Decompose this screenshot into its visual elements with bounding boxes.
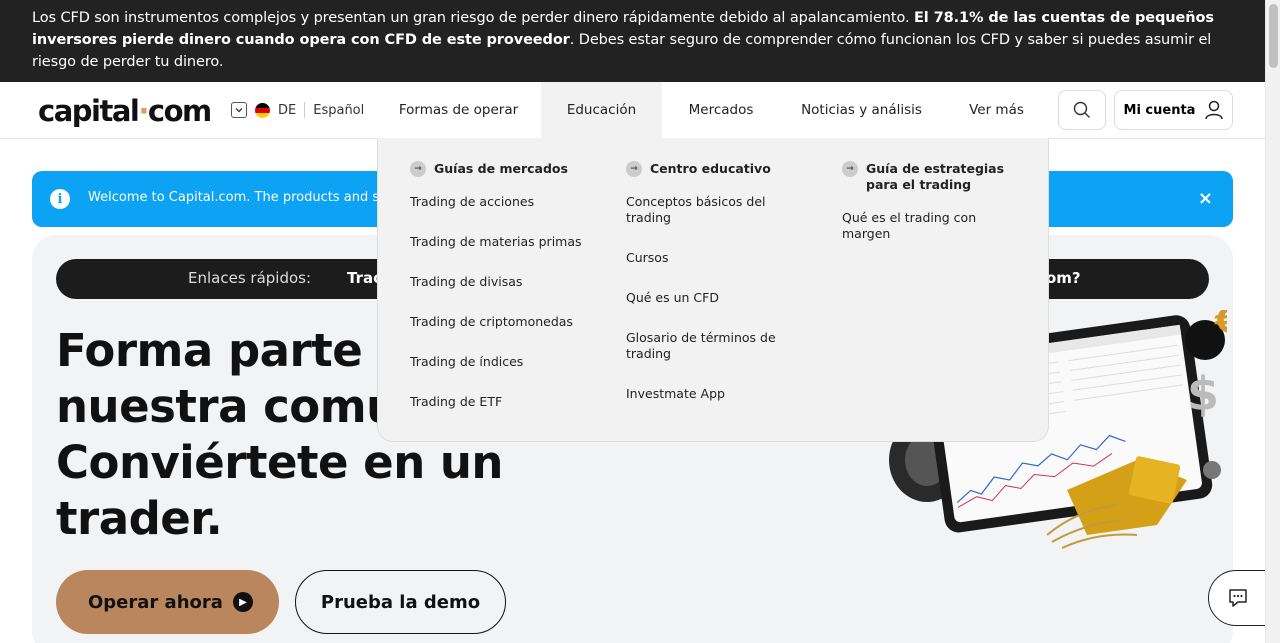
- mega-heading-estrategias[interactable]: → Guía de estrategias para el trading: [842, 161, 1027, 193]
- germany-flag-icon: [255, 102, 270, 118]
- prueba-demo-button[interactable]: Prueba la demo: [295, 570, 506, 634]
- quick-link-last[interactable]: om?: [1046, 269, 1081, 287]
- nav-noticias-y-analisis[interactable]: Noticias y análisis: [795, 82, 928, 138]
- hero-title-line-1: Forma parte d: [56, 324, 410, 377]
- mega-column-guias: → Guías de mercados Trading de acciones …: [410, 161, 590, 434]
- menu-item[interactable]: Qué es un CFD: [626, 290, 786, 306]
- operar-ahora-label: Operar ahora: [88, 591, 223, 613]
- language-label[interactable]: Español: [313, 103, 364, 118]
- risk-warning-text: Los CFD son instrumentos complejos y pre…: [32, 10, 914, 26]
- info-icon: i: [50, 189, 70, 209]
- menu-item[interactable]: Trading de ETF: [410, 394, 590, 410]
- quick-links-label: Enlaces rápidos:: [188, 269, 312, 287]
- menu-item[interactable]: Investmate App: [626, 386, 786, 402]
- hero-title-line-3: Conviértete en un: [56, 436, 503, 489]
- svg-text:€: €: [1214, 310, 1227, 341]
- menu-item[interactable]: Trading de criptomonedas: [410, 314, 590, 330]
- site-header: capital·com DE Español Formas de operar …: [0, 82, 1265, 139]
- mega-column-estrategias: → Guía de estrategias para el trading Qu…: [842, 161, 1027, 266]
- arrow-right-icon: →: [626, 161, 642, 177]
- menu-item[interactable]: Glosario de términos de trading: [626, 330, 786, 362]
- search-icon: [1073, 101, 1090, 118]
- menu-item[interactable]: Trading de índices: [410, 354, 590, 370]
- search-button[interactable]: [1058, 90, 1106, 130]
- my-account-button[interactable]: Mi cuenta: [1114, 90, 1233, 130]
- operar-ahora-button[interactable]: Operar ahora ▶: [56, 570, 279, 634]
- nav-formas-de-operar[interactable]: Formas de operar: [391, 82, 526, 138]
- mega-column-centro: → Centro educativo Conceptos básicos del…: [626, 161, 786, 426]
- divider: [304, 102, 306, 118]
- menu-item[interactable]: Trading de divisas: [410, 274, 590, 290]
- risk-warning-bar: Los CFD son instrumentos complejos y pre…: [0, 0, 1265, 82]
- user-icon: [1205, 100, 1224, 120]
- country-code: DE: [278, 102, 297, 118]
- chevron-down-icon[interactable]: [231, 102, 247, 118]
- capital-logo[interactable]: capital·com: [38, 94, 212, 128]
- scrollbar-thumb[interactable]: [1269, 4, 1278, 68]
- menu-item[interactable]: Conceptos básicos del trading: [626, 194, 786, 226]
- account-label: Mi cuenta: [1123, 102, 1196, 118]
- menu-item[interactable]: Qué es el trading con margen: [842, 210, 1027, 242]
- arrow-right-icon: →: [410, 161, 426, 177]
- nav-educacion[interactable]: Educación: [541, 82, 662, 138]
- menu-item[interactable]: Trading de materias primas: [410, 234, 590, 250]
- menu-item[interactable]: Cursos: [626, 250, 786, 266]
- hero-title-line-2: nuestra comur: [56, 380, 420, 433]
- arrow-right-icon: →: [842, 161, 858, 177]
- hero-title-line-4: trader.: [56, 492, 223, 545]
- arrow-right-icon: ▶: [233, 592, 253, 612]
- menu-item[interactable]: Trading de acciones: [410, 194, 590, 210]
- chat-button[interactable]: [1208, 570, 1268, 626]
- svg-text:$: $: [1187, 367, 1219, 421]
- chat-icon: [1229, 589, 1247, 607]
- page-scrollbar[interactable]: [1265, 0, 1280, 643]
- mega-heading-centro[interactable]: → Centro educativo: [626, 161, 786, 177]
- nav-mercados[interactable]: Mercados: [677, 82, 765, 138]
- notice-text: Welcome to Capital.com. The products and…: [88, 190, 404, 205]
- close-icon[interactable]: ×: [1198, 188, 1213, 209]
- educacion-mega-menu: → Guías de mercados Trading de acciones …: [377, 138, 1049, 442]
- nav-ver-mas[interactable]: Ver más: [958, 82, 1035, 138]
- mega-heading-guias[interactable]: → Guías de mercados: [410, 161, 590, 177]
- language-selector[interactable]: DE Español: [231, 101, 364, 119]
